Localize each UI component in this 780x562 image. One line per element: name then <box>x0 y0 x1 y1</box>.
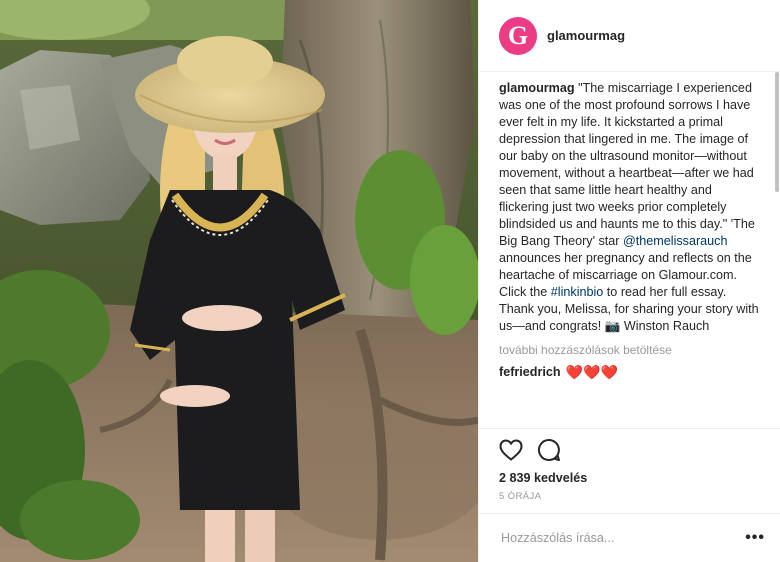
author-username[interactable]: glamourmag <box>547 28 625 43</box>
load-more-comments-link[interactable]: további hozzászólások betöltése <box>499 342 759 359</box>
post-actions: 2 839 kedvelés 5 ÓRÁJA <box>479 428 780 513</box>
caption-username[interactable]: glamourmag <box>499 81 575 95</box>
comments-scrollbar[interactable] <box>774 72 780 202</box>
author-avatar[interactable]: G <box>499 16 537 55</box>
avatar-letter: G <box>507 20 529 50</box>
post-timestamp[interactable]: 5 ÓRÁJA <box>499 491 761 502</box>
action-icons <box>499 437 761 463</box>
comment-item: fefriedrich ❤️❤️❤️ <box>499 364 759 381</box>
more-options-button[interactable]: ••• <box>745 529 765 547</box>
post-photo-illustration <box>0 0 478 562</box>
post-photo[interactable] <box>0 0 478 562</box>
add-comment-input[interactable] <box>499 530 723 546</box>
heart-outline-icon[interactable] <box>499 439 523 461</box>
post-sidebar: G glamourmag glamourmag "The miscarriage… <box>478 0 780 562</box>
post-header: G glamourmag <box>479 0 780 72</box>
caption-text-part-1: "The miscarriage I experienced was one o… <box>499 81 755 248</box>
speech-bubble-icon[interactable] <box>537 438 561 462</box>
likes-count[interactable]: 2 839 kedvelés <box>499 471 761 485</box>
instagram-post: G glamourmag glamourmag "The miscarriage… <box>0 0 780 562</box>
comments-section: glamourmag "The miscarriage I experience… <box>499 80 759 381</box>
caption: glamourmag "The miscarriage I experience… <box>499 80 759 335</box>
caption-hashtag-link[interactable]: #linkinbio <box>551 285 604 299</box>
caption-mention-link[interactable]: @themelissarauch <box>623 234 727 248</box>
add-comment-bar: ••• <box>479 513 780 562</box>
comment-text: ❤️❤️❤️ <box>565 364 618 380</box>
comment-username[interactable]: fefriedrich <box>499 364 561 381</box>
scrollbar-thumb[interactable] <box>775 72 779 192</box>
